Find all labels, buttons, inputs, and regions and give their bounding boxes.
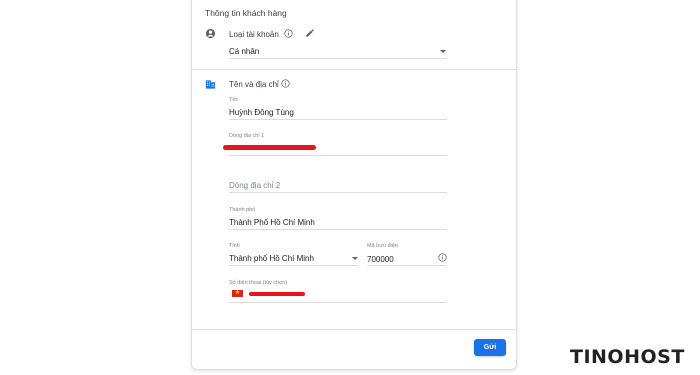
submit-button[interactable]: Gửi	[474, 339, 506, 356]
province-underline	[229, 265, 359, 266]
section-divider	[192, 69, 516, 70]
phone-redaction	[249, 292, 305, 296]
city-field-value: Thành Phố Hồ Chí Minh	[229, 218, 315, 227]
tinohost-logo: TINO HOST	[570, 346, 685, 368]
phone-label: Số điện thoại (tùy chọn)	[229, 280, 288, 286]
address-line-1-underline	[229, 155, 447, 156]
name-field-label: Tên	[229, 97, 239, 103]
province-dropdown-arrow-icon	[352, 257, 358, 260]
city-field-label: Thành phố	[229, 207, 256, 213]
account-type-info-icon[interactable]	[284, 29, 293, 38]
postal-code-underline	[367, 265, 447, 266]
dropdown-arrow-icon	[440, 50, 446, 53]
customer-info-card: Thông tin khách hàng Loại tài khoản Cá n…	[191, 0, 517, 370]
logo-text-right: HOST	[624, 346, 685, 368]
name-field-underline	[229, 119, 447, 120]
name-field-value: Huỳnh Đông Tùng	[229, 108, 294, 117]
logo-text-left: TINO	[570, 346, 625, 368]
account-type-underline	[229, 58, 447, 59]
footer-divider	[192, 329, 516, 330]
vietnam-flag-icon[interactable]: ★	[232, 290, 243, 297]
postal-code-info-icon[interactable]	[438, 253, 447, 262]
account-circle-icon	[205, 28, 216, 39]
city-field-underline	[229, 229, 447, 230]
province-label: Tỉnh	[229, 243, 240, 249]
building-icon	[205, 80, 216, 89]
address-line-1-label: Dòng địa chỉ 1	[229, 133, 265, 139]
postal-code-value: 700000	[367, 255, 394, 264]
postal-code-label: Mã bưu điện	[367, 243, 398, 249]
edit-pencil-icon[interactable]	[305, 28, 315, 38]
address-line-2-underline	[229, 192, 447, 193]
name-address-label: Tên và địa chỉ	[229, 80, 279, 89]
name-address-info-icon[interactable]	[281, 79, 290, 88]
section-title: Thông tin khách hàng	[205, 8, 287, 18]
account-type-label: Loại tài khoản	[229, 30, 279, 39]
address-line-1-redaction	[223, 145, 316, 150]
account-type-value: Cá nhân	[229, 47, 260, 56]
phone-underline	[229, 302, 447, 303]
province-value: Thành phố Hồ Chí Minh	[229, 254, 314, 263]
address-line-2-placeholder: Dòng địa chỉ 2	[229, 181, 281, 190]
